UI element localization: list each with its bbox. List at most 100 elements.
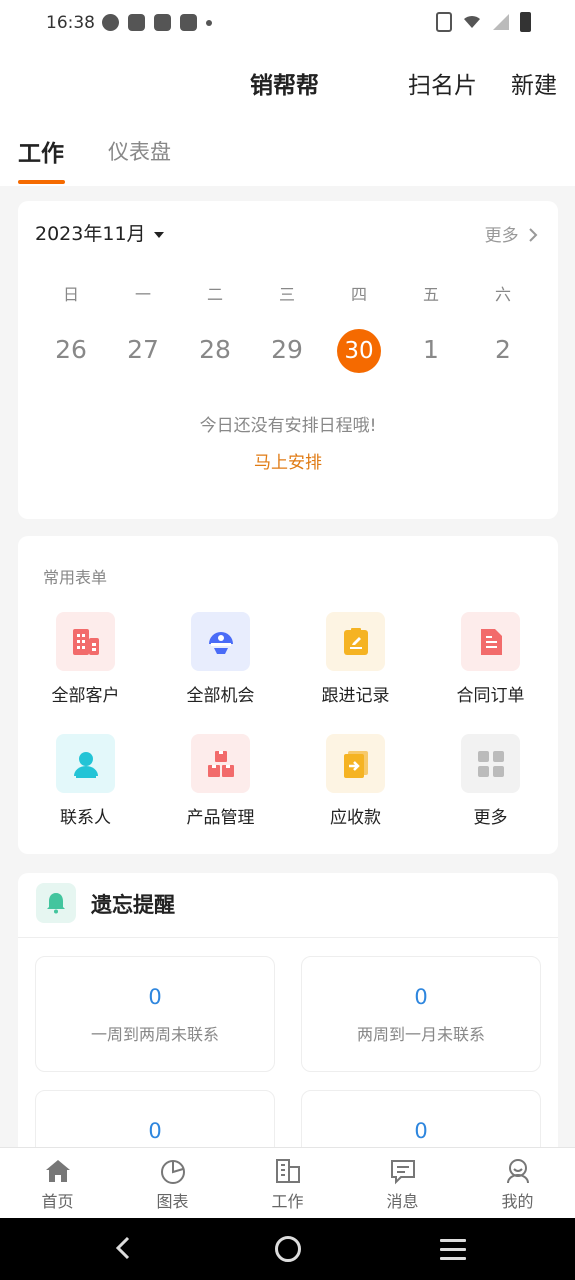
menu-icon[interactable] [440,1239,466,1266]
more-notifications-icon [206,19,212,26]
shopping-notification-icon [180,14,197,31]
stat-card[interactable]: 0 一周到两周未联系 [35,956,275,1072]
form-label: 全部机会 [186,686,255,706]
form-label: 合同订单 [456,686,525,706]
shopping-notification-icon [128,14,145,31]
month-selector[interactable]: 2023年11月 [35,219,164,246]
weekday-label: 一 [134,285,151,304]
calendar-day[interactable]: 27 [107,328,179,372]
weekday-label: 二 [206,285,223,304]
calendar-card: 2023年11月 更多 日 一 二 三 四 五 六 26 27 28 29 30… [18,201,558,519]
system-icons [436,12,531,32]
calendar-day[interactable]: 1 [395,328,467,372]
stat-value: 0 [148,985,162,1009]
nav-label: 工作 [271,1192,304,1211]
building-icon [56,612,115,671]
nav-profile[interactable]: 我的 [460,1148,575,1219]
work-icon [230,1157,345,1185]
form-follow-up-records[interactable]: 跟进记录 [288,612,423,706]
notepad-icon [326,612,385,671]
status-time: 16:38 [46,13,95,33]
nav-chart[interactable]: 图表 [115,1148,230,1219]
new-button[interactable]: 新建 [511,66,557,100]
form-contacts[interactable]: 联系人 [18,734,153,828]
weekday-row: 日 一 二 三 四 五 六 [35,281,540,305]
stat-value: 0 [414,1119,428,1143]
nav-work[interactable]: 工作 [230,1148,345,1219]
home-icon [0,1157,115,1185]
nav-label: 图表 [156,1192,189,1211]
app-notification-icon [102,14,119,31]
nav-messages[interactable]: 消息 [345,1148,460,1219]
form-all-opportunities[interactable]: 全部机会 [153,612,288,706]
bell-icon [36,883,76,923]
stat-value: 0 [148,1119,162,1143]
section-title: 常用表单 [43,568,108,587]
nav-label: 首页 [41,1192,74,1211]
back-icon[interactable] [112,1236,136,1260]
stat-value: 0 [414,985,428,1009]
stat-label: 两周到一月未联系 [356,1025,485,1044]
more-label: 更多 [484,226,519,246]
message-icon [345,1157,460,1185]
form-receivables[interactable]: 应收款 [288,734,423,828]
tab-work[interactable]: 工作 [18,134,64,168]
notification-icons [102,14,212,31]
weekday-label: 四 [350,285,367,304]
form-product-management[interactable]: 产品管理 [153,734,288,828]
scan-card-button[interactable]: 扫名片 [408,66,477,100]
top-bar: 销帮帮 扫名片 新建 [0,48,575,116]
contact-icon [56,734,115,793]
reminder-header: 遗忘提醒 [18,873,558,938]
receivable-icon [326,734,385,793]
wifi-icon [464,15,480,28]
form-all-customers[interactable]: 全部客户 [18,612,153,706]
system-nav-bar [0,1218,575,1280]
tab-dashboard[interactable]: 仪表盘 [108,136,171,166]
contract-icon [461,612,520,671]
vibrate-icon [436,12,452,32]
form-more[interactable]: 更多 [423,734,558,828]
opportunity-icon [191,612,250,671]
status-bar: 16:38 [0,0,575,48]
empty-schedule-text: 今日还没有安排日程哦! [199,416,377,436]
calendar-day[interactable]: 26 [35,328,107,372]
form-contract-orders[interactable]: 合同订单 [423,612,558,706]
profile-icon [460,1157,575,1185]
form-label: 联系人 [60,808,111,828]
bottom-nav: 首页 图表 工作 消息 我的 [0,1147,575,1219]
stat-label: 一周到两周未联系 [90,1025,219,1044]
calendar-more-link[interactable]: 更多 [485,221,538,246]
form-label: 更多 [473,808,508,828]
shopping-notification-icon [154,14,171,31]
calendar-day[interactable]: 29 [251,328,323,372]
home-circle-icon[interactable] [275,1236,301,1262]
chevron-right-icon [529,228,538,242]
weekday-label: 六 [494,285,511,304]
nav-label: 消息 [386,1192,419,1211]
active-tab-indicator [18,180,65,184]
weekday-label: 日 [62,285,79,304]
signal-icon [493,14,509,30]
day-row: 26 27 28 29 30 1 2 [35,328,540,373]
weekday-label: 三 [278,285,295,304]
grid-icon [461,734,520,793]
nav-label: 我的 [501,1192,534,1211]
calendar-day-today[interactable]: 30 [323,328,395,373]
reminder-card: 遗忘提醒 0 一周到两周未联系 0 两周到一月未联系 0 0 [18,873,558,1206]
form-label: 产品管理 [186,808,255,828]
month-label: 2023年11月 [35,223,146,245]
chart-icon [115,1157,230,1185]
arrange-now-link[interactable]: 马上安排 [18,448,558,473]
today-label: 30 [337,329,381,373]
nav-home[interactable]: 首页 [0,1148,115,1219]
calendar-day[interactable]: 28 [179,328,251,372]
product-icon [191,734,250,793]
stat-card[interactable]: 0 两周到一月未联系 [301,956,541,1072]
weekday-label: 五 [422,285,439,304]
form-label: 跟进记录 [321,686,390,706]
reminder-title: 遗忘提醒 [91,893,175,917]
calendar-day[interactable]: 2 [467,328,539,372]
battery-icon [520,12,531,32]
caret-down-icon [153,231,164,238]
